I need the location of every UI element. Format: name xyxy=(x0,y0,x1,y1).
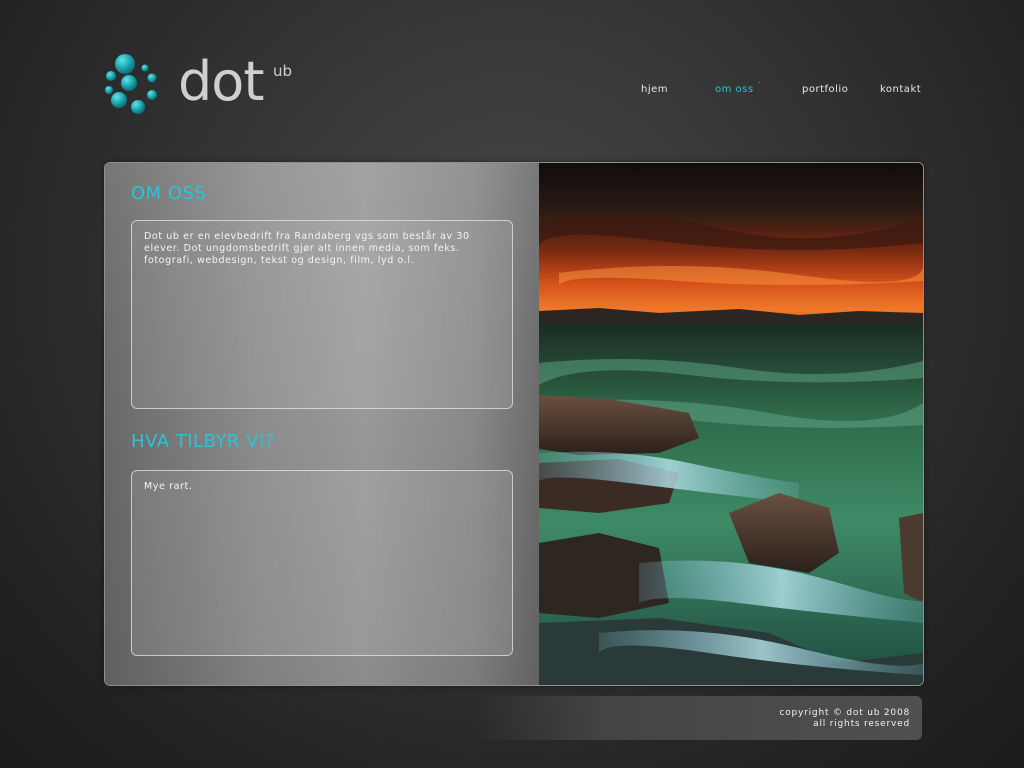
about-text: Dot ub er en elevbedrift fra Randaberg v… xyxy=(144,231,470,266)
offer-text-box: Mye rart. xyxy=(131,470,513,656)
logo[interactable]: dot ub xyxy=(103,50,303,120)
copyright-text: copyright © dot ub 2008 xyxy=(779,708,910,718)
active-marker-icon: ˺ xyxy=(758,81,761,90)
nav-item-portfolio[interactable]: portfolio xyxy=(802,84,848,95)
logo-superscript: ub xyxy=(273,62,293,80)
main-nav: hjem om oss ˺ portfolio kontakt xyxy=(600,81,930,100)
nav-item-hjem[interactable]: hjem xyxy=(641,84,668,95)
offer-title: HVA TILBYR VI? xyxy=(131,431,275,452)
nav-item-kontakt[interactable]: kontakt xyxy=(880,84,921,95)
logo-wordmark: dot xyxy=(178,50,264,113)
rights-text: all rights reserved xyxy=(813,719,910,729)
about-title: OM OSS xyxy=(131,183,207,204)
footer: copyright © dot ub 2008 all rights reser… xyxy=(470,696,922,740)
content-panel: OM OSS Dot ub er en elevbedrift fra Rand… xyxy=(104,162,924,686)
about-text-box: Dot ub er en elevbedrift fra Randaberg v… xyxy=(131,220,513,409)
nav-item-om-oss[interactable]: om oss xyxy=(715,84,754,95)
logo-dots-icon xyxy=(105,54,157,114)
seascape-photo xyxy=(539,163,923,685)
offer-text: Mye rart. xyxy=(144,481,193,492)
